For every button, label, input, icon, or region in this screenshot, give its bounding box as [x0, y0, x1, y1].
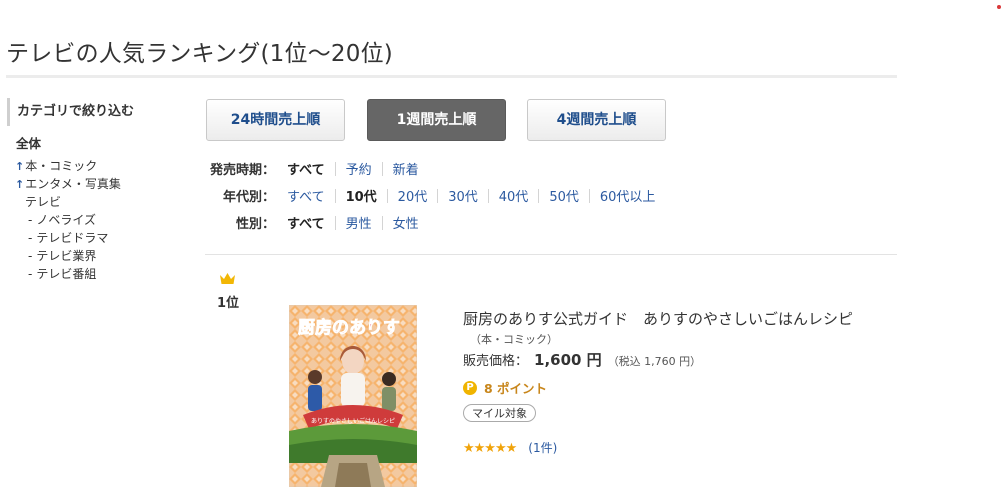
sidebar-item-label: テレビ — [25, 195, 62, 209]
up-arrow-icon: ↑ — [15, 160, 25, 173]
separator — [538, 189, 540, 203]
price-label: 販売価格： — [463, 354, 529, 369]
review-count-link[interactable]: (1件) — [528, 441, 557, 455]
price-tax-included: （税込 1,760 円） — [607, 355, 702, 368]
filter-release-period: 発売時期： すべて 予約 新着 — [205, 162, 419, 180]
title-divider — [6, 75, 897, 78]
filter-option-age-20s[interactable]: 20代 — [398, 190, 428, 205]
point-icon: P — [463, 380, 477, 395]
tab-24-hour-sales[interactable]: 24時間売上順 — [206, 99, 345, 141]
points-value: 8 ポイント — [484, 381, 548, 396]
mile-eligible-badge: マイル対象 — [463, 404, 536, 422]
category-sidebar: カテゴリで絞り込む 全体 ↑本・コミック ↑エンタメ・写真集 テレビ - ノベライ… — [7, 98, 187, 281]
filter-option-age-30s[interactable]: 30代 — [448, 190, 478, 205]
rating-row: ★★★★★ (1件) — [463, 439, 557, 456]
filter-option-gender-female[interactable]: 女性 — [393, 217, 419, 232]
filter-option-age-60s-plus[interactable]: 60代以上 — [600, 190, 656, 205]
sidebar-item-tv-industry[interactable]: - テレビ業界 — [28, 248, 96, 264]
sidebar-item-all[interactable]: 全体 — [16, 136, 41, 152]
sidebar-item-label: テレビ番組 — [36, 267, 97, 281]
separator — [381, 216, 383, 230]
filter-option-gender-male[interactable]: 男性 — [346, 217, 372, 232]
separator — [334, 162, 336, 176]
price-value: 1,600 円 — [534, 351, 602, 369]
filter-label: 年代別： — [222, 190, 275, 205]
filter-age-group: 年代別： すべて 10代 20代 30代 40代 50代 60代以上 — [205, 189, 655, 207]
sidebar-item-novelize[interactable]: - ノベライズ — [28, 212, 96, 228]
sidebar-item-label: 全体 — [16, 136, 42, 151]
filter-option-release-preorder[interactable]: 予約 — [346, 163, 372, 178]
section-divider — [205, 254, 897, 255]
filter-label: 性別： — [235, 217, 275, 232]
dash-marker: - — [28, 213, 33, 227]
dash-marker: - — [28, 267, 33, 281]
filter-option-age-40s[interactable]: 40代 — [499, 190, 529, 205]
sidebar-heading: カテゴリで絞り込む — [7, 98, 187, 126]
up-arrow-icon: ↑ — [15, 178, 25, 191]
star-rating-icon: ★★★★★ — [463, 441, 517, 456]
price-row: 販売価格： 1,600 円 （税込 1,760 円） — [463, 349, 701, 370]
product-category: （本・コミック） — [470, 333, 558, 346]
filter-option-gender-all[interactable]: すべて — [287, 217, 325, 232]
separator — [487, 189, 489, 203]
dash-marker: - — [28, 231, 33, 245]
rank-label: 1位 — [217, 296, 240, 311]
dash-marker: - — [28, 249, 33, 263]
sidebar-item-label: テレビドラマ — [36, 231, 109, 245]
filter-label: 発売時期： — [209, 163, 275, 178]
separator — [381, 162, 383, 176]
page-title: テレビの人気ランキング(1位〜20位) — [6, 41, 393, 67]
separator — [334, 189, 336, 203]
sidebar-item-label: エンタメ・写真集 — [25, 177, 121, 191]
filter-option-age-all[interactable]: すべて — [287, 190, 325, 205]
crown-icon — [220, 273, 235, 284]
tab-4-week-sales[interactable]: 4週間売上順 — [527, 99, 666, 141]
sidebar-item-label: 本・コミック — [25, 159, 98, 173]
sidebar-item-entertainment-photobooks[interactable]: ↑エンタメ・写真集 — [15, 176, 121, 193]
filter-option-age-10s[interactable]: 10代 — [346, 190, 377, 205]
corner-dot — [997, 5, 1001, 9]
book-cover-image[interactable]: 厨房のありす ありすのやさしいごはんレシピ — [289, 305, 417, 487]
filter-gender: 性別： すべて 男性 女性 — [205, 216, 419, 234]
sidebar-item-tv-programs[interactable]: - テレビ番組 — [28, 266, 96, 282]
filter-option-release-all[interactable]: すべて — [287, 163, 325, 178]
sidebar-item-label: テレビ業界 — [36, 249, 97, 263]
filter-option-release-new[interactable]: 新着 — [393, 163, 419, 178]
separator — [386, 189, 388, 203]
sidebar-item-books-comics[interactable]: ↑本・コミック — [15, 158, 97, 175]
sidebar-item-tv-drama[interactable]: - テレビドラマ — [28, 230, 108, 246]
sidebar-item-tv[interactable]: テレビ — [25, 194, 61, 210]
separator — [437, 189, 439, 203]
sidebar-item-label: ノベライズ — [36, 213, 96, 227]
points-row: P 8 ポイント — [463, 378, 547, 397]
filter-option-age-50s[interactable]: 50代 — [549, 190, 579, 205]
separator — [334, 216, 336, 230]
tab-1-week-sales[interactable]: 1週間売上順 — [367, 99, 506, 141]
separator — [588, 189, 590, 203]
cover-title-text: 厨房のありす — [298, 317, 400, 338]
cover-subtitle-text: ありすのやさしいごはんレシピ — [311, 417, 395, 425]
product-title-link[interactable]: 厨房のありす公式ガイド ありすのやさしいごはんレシピ — [463, 308, 853, 329]
